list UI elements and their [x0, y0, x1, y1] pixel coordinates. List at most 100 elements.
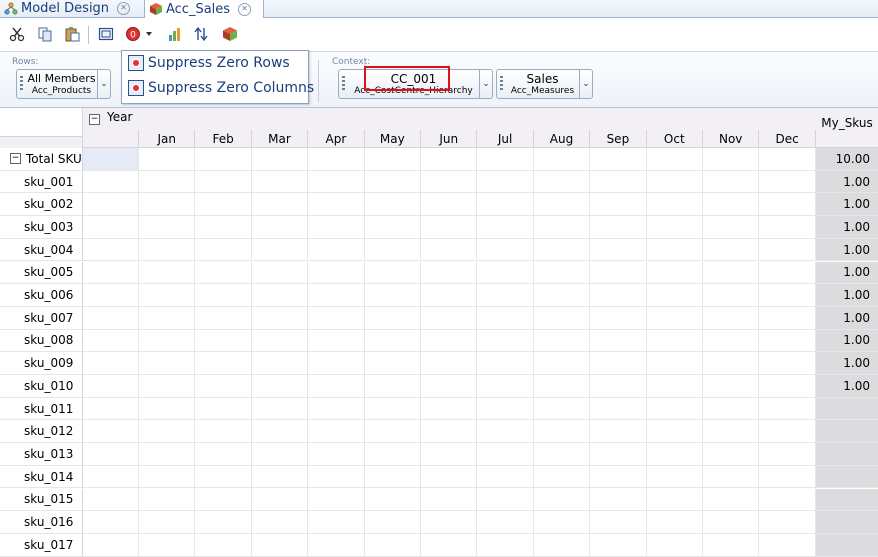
- grid-cell[interactable]: [364, 329, 421, 353]
- grid-cell[interactable]: [646, 148, 703, 171]
- context-selector-cost-centre[interactable]: CC_001 Acc_CostCentre_Hierarchy ⌄: [338, 69, 493, 99]
- grid-cell[interactable]: [195, 420, 252, 444]
- grid-cell[interactable]: [308, 306, 365, 330]
- grid-cell[interactable]: [83, 216, 139, 239]
- grid-cell[interactable]: [703, 465, 760, 489]
- grid-cell[interactable]: [703, 284, 760, 307]
- grid-cell[interactable]: [533, 284, 591, 307]
- drag-handle[interactable]: [500, 76, 503, 92]
- measure-cell[interactable]: 1.00: [816, 375, 878, 398]
- grid-cell[interactable]: [533, 216, 591, 239]
- grid-cell[interactable]: [421, 420, 478, 444]
- grid-cell[interactable]: [421, 261, 478, 285]
- measure-cell[interactable]: 1.00: [816, 238, 878, 262]
- grid-cell[interactable]: [139, 375, 196, 398]
- grid-cell[interactable]: [83, 238, 139, 262]
- grid-cell[interactable]: [759, 193, 816, 217]
- row-header[interactable]: sku_012: [0, 420, 83, 444]
- grid-cell[interactable]: [759, 238, 816, 262]
- grid-cell[interactable]: [139, 216, 196, 239]
- grid-cell[interactable]: [533, 329, 591, 353]
- grid-cell[interactable]: [139, 465, 196, 489]
- grid-cell[interactable]: [364, 306, 421, 330]
- grid-cell[interactable]: [590, 306, 647, 330]
- grid-cell[interactable]: [308, 511, 365, 534]
- grid-cell[interactable]: [251, 397, 309, 421]
- grid-cell[interactable]: [251, 511, 309, 534]
- grid-cell[interactable]: [421, 284, 478, 307]
- grid-cell[interactable]: [590, 420, 647, 444]
- row-header[interactable]: sku_007: [0, 306, 83, 330]
- grid-cell[interactable]: [646, 284, 703, 307]
- grid-cell[interactable]: [83, 193, 139, 217]
- grid-cell[interactable]: [477, 148, 534, 171]
- grid-cell[interactable]: [703, 511, 760, 534]
- grid-cell[interactable]: [477, 511, 534, 534]
- grid-cell[interactable]: [195, 193, 252, 217]
- grid-cell[interactable]: [533, 238, 591, 262]
- grid-cell[interactable]: [759, 533, 816, 557]
- grid-cell[interactable]: [83, 397, 139, 421]
- grid-cell[interactable]: [421, 238, 478, 262]
- grid-cell[interactable]: [251, 533, 309, 557]
- grid-cell[interactable]: [477, 420, 534, 444]
- grid-cell[interactable]: [477, 352, 534, 375]
- grid-cell[interactable]: [364, 420, 421, 444]
- grid-cell[interactable]: [759, 465, 816, 489]
- grid-cell[interactable]: [590, 465, 647, 489]
- grid-cell[interactable]: [308, 329, 365, 353]
- grid-cell[interactable]: [139, 238, 196, 262]
- grid-cell[interactable]: [477, 375, 534, 398]
- grid-cell[interactable]: [590, 261, 647, 285]
- grid-cell[interactable]: [83, 443, 139, 466]
- grid-cell[interactable]: [364, 193, 421, 217]
- grid-cell[interactable]: [195, 533, 252, 557]
- grid-cell[interactable]: [195, 443, 252, 466]
- grid-cell[interactable]: [533, 443, 591, 466]
- grid-cell[interactable]: [195, 375, 252, 398]
- month-header[interactable]: Oct: [646, 130, 703, 148]
- grid-cell[interactable]: [703, 488, 760, 512]
- close-icon[interactable]: ✕: [117, 2, 131, 15]
- grid-cell[interactable]: [139, 329, 196, 353]
- grid-cell[interactable]: [83, 261, 139, 285]
- cut-icon[interactable]: [8, 25, 26, 43]
- grid-cell[interactable]: [759, 261, 816, 285]
- grid-cell[interactable]: [533, 261, 591, 285]
- grid-cell[interactable]: [533, 148, 591, 171]
- grid-cell[interactable]: [195, 488, 252, 512]
- grid-cell[interactable]: [139, 352, 196, 375]
- grid-cell[interactable]: [308, 170, 365, 194]
- grid-cell[interactable]: [251, 170, 309, 194]
- row-header[interactable]: sku_002: [0, 193, 83, 217]
- grid-cell[interactable]: [533, 397, 591, 421]
- grid-cell[interactable]: [139, 511, 196, 534]
- chevron-down-icon[interactable]: ⌄: [579, 70, 592, 98]
- grid-cell[interactable]: [251, 238, 309, 262]
- grid-cell[interactable]: [477, 261, 534, 285]
- grid-cell[interactable]: [195, 170, 252, 194]
- grid-cell[interactable]: [759, 375, 816, 398]
- grid-cell[interactable]: [364, 261, 421, 285]
- grid-cell[interactable]: [139, 443, 196, 466]
- rows-dimension-selector[interactable]: All Members Acc_Products ⌄: [16, 69, 111, 99]
- grid-cell[interactable]: [83, 170, 139, 194]
- row-header[interactable]: sku_005: [0, 261, 83, 285]
- grid-cell[interactable]: [364, 284, 421, 307]
- grid-cell[interactable]: [533, 420, 591, 444]
- grid-cell[interactable]: [759, 443, 816, 466]
- grid-cell[interactable]: [308, 352, 365, 375]
- grid-cell[interactable]: [364, 375, 421, 398]
- grid-cell[interactable]: [421, 329, 478, 353]
- grid-cell[interactable]: [364, 465, 421, 489]
- grid-cell[interactable]: [703, 352, 760, 375]
- drag-handle[interactable]: [342, 76, 345, 92]
- grid-cell[interactable]: [646, 193, 703, 217]
- measure-cell[interactable]: [816, 465, 878, 489]
- grid-cell[interactable]: [195, 216, 252, 239]
- grid-cell[interactable]: [364, 216, 421, 239]
- grid-cell[interactable]: [364, 533, 421, 557]
- swap-axes-icon[interactable]: [192, 25, 210, 43]
- grid-cell[interactable]: [83, 488, 139, 512]
- measure-cell[interactable]: [816, 511, 878, 534]
